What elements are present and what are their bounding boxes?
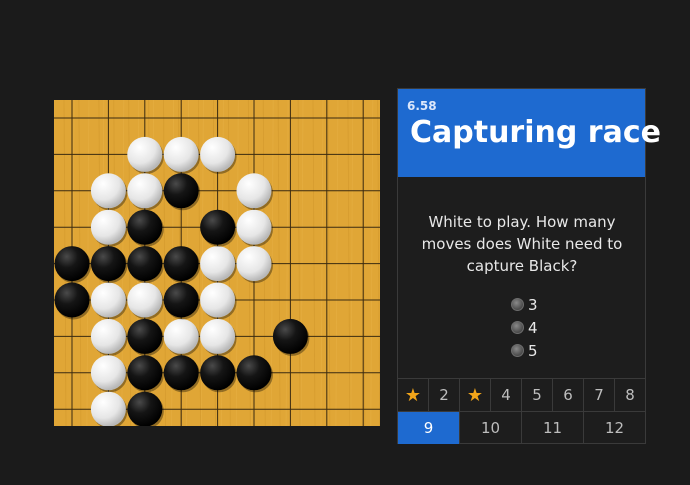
- option-3[interactable]: 5: [511, 339, 538, 362]
- lesson-header: 6.58 Capturing race: [398, 89, 661, 177]
- white-stone: [163, 318, 199, 354]
- white-stone: [90, 355, 126, 391]
- white-stone: [200, 318, 236, 354]
- white-stone: [90, 318, 126, 354]
- white-stone: [200, 136, 236, 172]
- white-stone: [200, 246, 236, 282]
- problem-nav-row-1: ★ 2 ★ 4 5 6 7 8: [398, 378, 645, 411]
- problem-5-button[interactable]: 5: [522, 379, 553, 411]
- option-label: 4: [528, 318, 538, 337]
- lesson-title: Capturing race: [410, 115, 661, 150]
- problem-8-button[interactable]: 8: [615, 379, 645, 411]
- black-stone: [236, 355, 272, 391]
- white-stone: [90, 209, 126, 245]
- white-stone: [236, 209, 272, 245]
- white-stone: [90, 282, 126, 318]
- lesson-number: 6.58: [407, 99, 437, 113]
- problem-3-button[interactable]: ★: [460, 379, 491, 411]
- black-stone: [200, 209, 236, 245]
- problem-nav-row-2: 9 10 11 12: [398, 411, 645, 444]
- black-stone: [127, 318, 163, 354]
- problem-7-button[interactable]: 7: [584, 379, 615, 411]
- white-stone: [200, 282, 236, 318]
- go-board[interactable]: [54, 100, 380, 426]
- problem-9-button[interactable]: 9: [398, 412, 460, 444]
- problem-10-button[interactable]: 10: [460, 412, 522, 444]
- white-stone: [236, 246, 272, 282]
- problem-12-button[interactable]: 12: [584, 412, 645, 444]
- black-stone: [163, 355, 199, 391]
- white-stone: [127, 136, 163, 172]
- option-label: 3: [528, 295, 538, 314]
- black-stone: [54, 282, 90, 318]
- black-stone: [127, 209, 163, 245]
- star-icon: ★: [404, 384, 422, 406]
- problem-1-button[interactable]: ★: [398, 379, 429, 411]
- radio-button-icon[interactable]: [511, 344, 524, 357]
- white-stone: [127, 282, 163, 318]
- radio-button-icon[interactable]: [511, 321, 524, 334]
- white-stone: [127, 173, 163, 209]
- black-stone: [127, 355, 163, 391]
- white-stone: [163, 136, 199, 172]
- radio-button-icon[interactable]: [511, 298, 524, 311]
- black-stone: [200, 355, 236, 391]
- white-stone: [236, 173, 272, 209]
- problem-6-button[interactable]: 6: [553, 379, 584, 411]
- lesson-panel: 6.58 Capturing race White to play. How m…: [397, 88, 661, 444]
- option-1[interactable]: 3: [511, 293, 538, 316]
- black-stone: [272, 318, 308, 354]
- star-icon: ★: [466, 384, 484, 406]
- answer-options: 3 4 5: [511, 293, 538, 362]
- black-stone: [163, 282, 199, 318]
- white-stone: [90, 173, 126, 209]
- black-stone: [54, 246, 90, 282]
- option-label: 5: [528, 341, 538, 360]
- black-stone: [127, 391, 163, 426]
- black-stone: [163, 173, 199, 209]
- question-text: White to play. How many moves does White…: [421, 213, 623, 275]
- black-stone: [127, 246, 163, 282]
- white-stone: [90, 391, 126, 426]
- problem-4-button[interactable]: 4: [491, 379, 522, 411]
- problem-2-button[interactable]: 2: [429, 379, 460, 411]
- black-stone: [90, 246, 126, 282]
- problem-11-button[interactable]: 11: [522, 412, 584, 444]
- option-2[interactable]: 4: [511, 316, 538, 339]
- black-stone: [163, 246, 199, 282]
